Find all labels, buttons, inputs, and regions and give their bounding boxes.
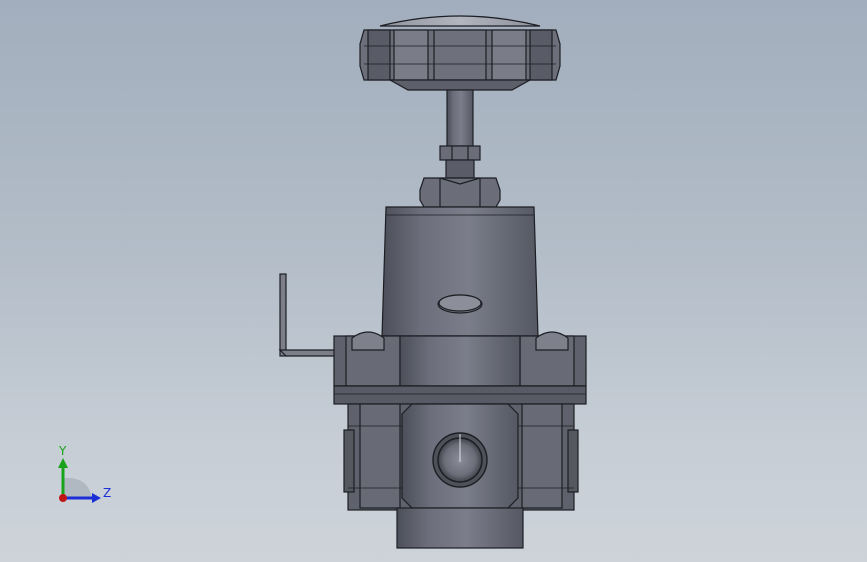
bonnet	[381, 206, 539, 337]
bonnet-hex-nut	[419, 177, 501, 208]
triad-y-arrow-icon	[58, 458, 68, 468]
triad-x-axis-dot	[59, 494, 67, 502]
adjustment-knob[interactable]	[359, 15, 561, 91]
triad-z-label: Z	[103, 486, 111, 500]
pressure-regulator-model[interactable]	[0, 0, 867, 562]
gauge-port	[432, 432, 488, 488]
triad-y-label: Y	[58, 444, 67, 458]
triad-quadrant-shape	[63, 477, 92, 498]
reference-triad: Y Z	[58, 444, 111, 503]
body-flange	[333, 331, 587, 405]
triad-z-arrow-icon	[92, 493, 101, 503]
adjustment-stem	[446, 89, 474, 147]
graphics-viewport[interactable]: Y Z	[0, 0, 867, 562]
lock-nut	[439, 145, 481, 179]
